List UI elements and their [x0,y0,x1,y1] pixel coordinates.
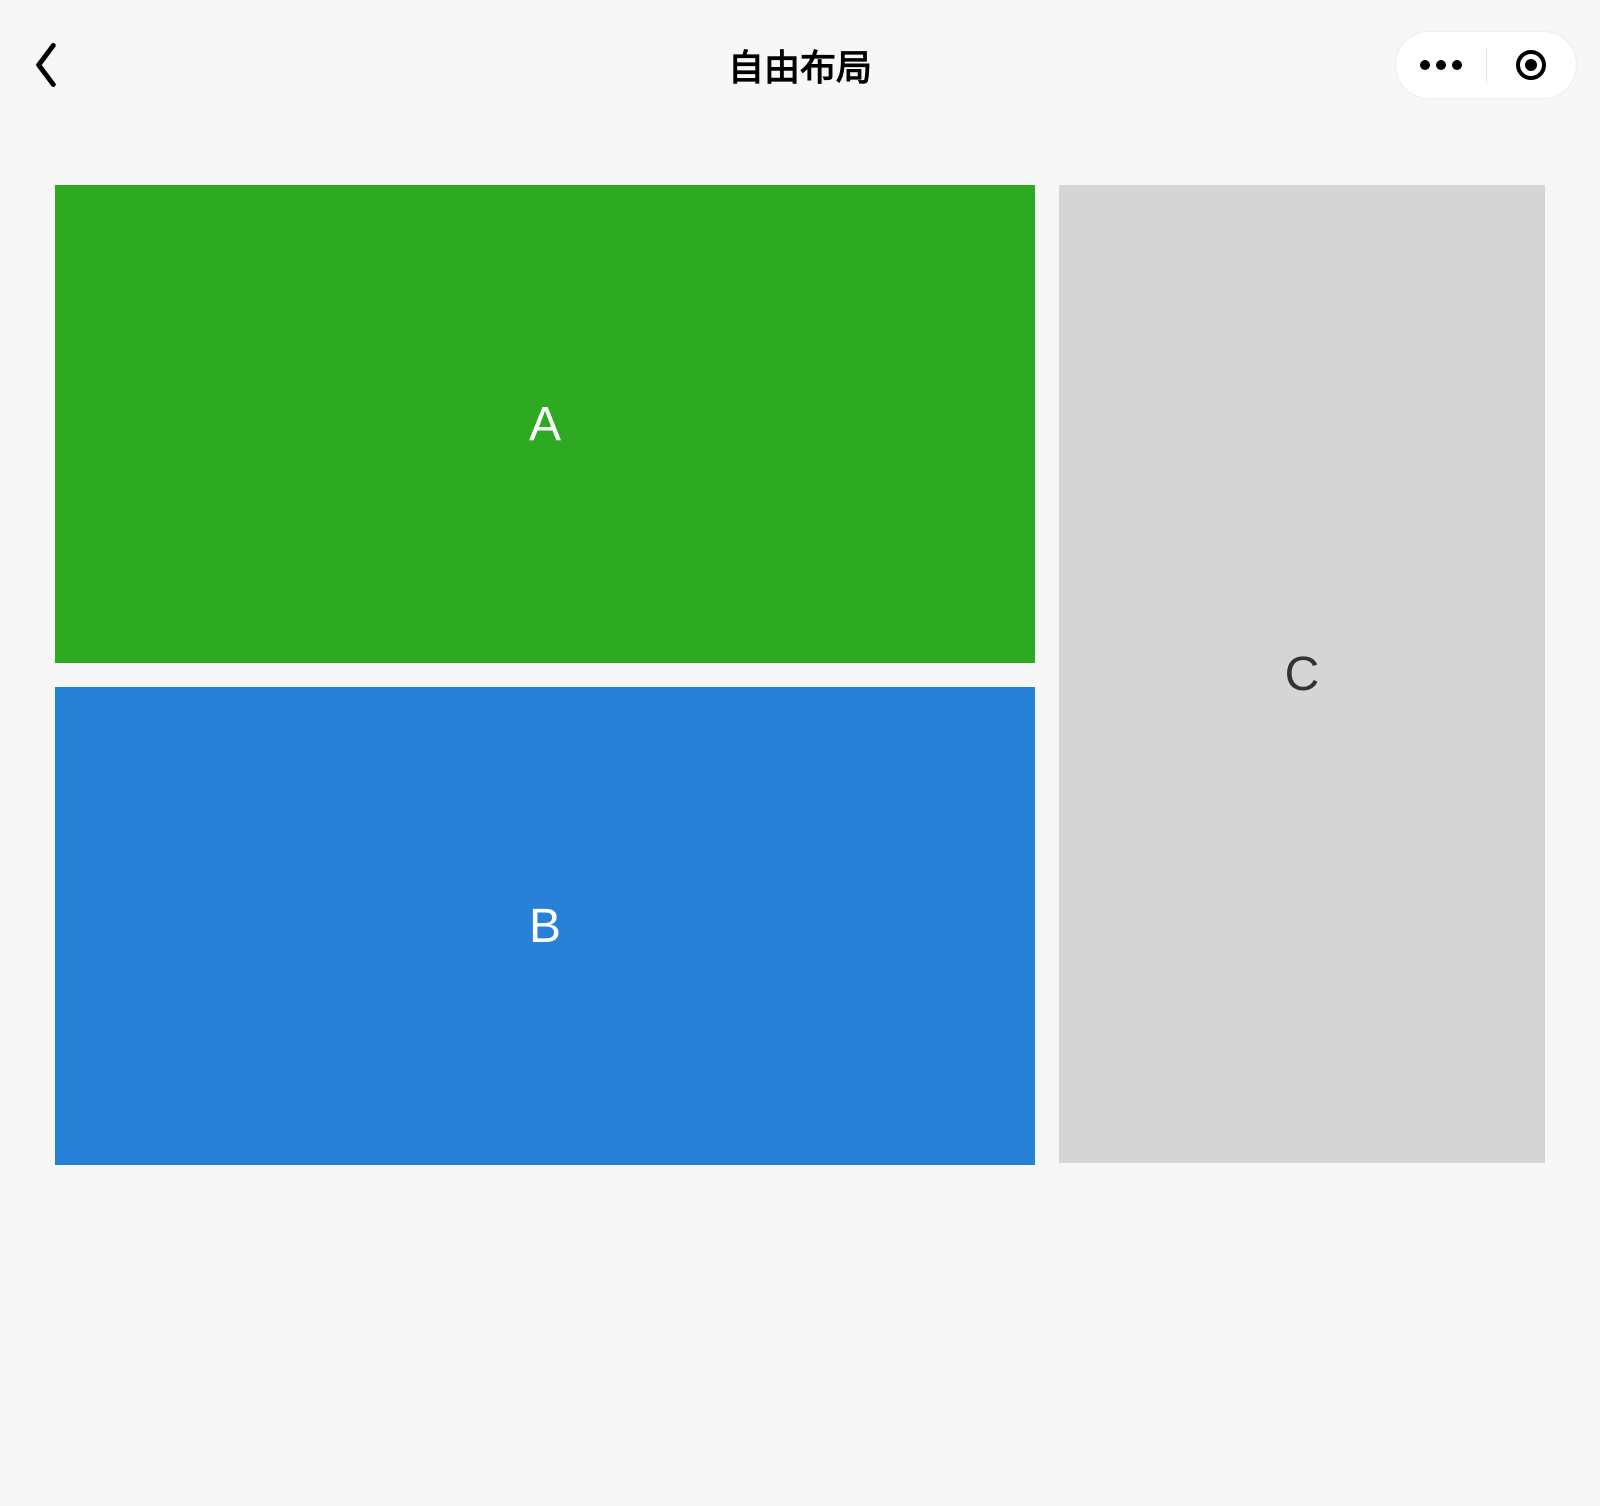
page-title: 自由布局 [728,39,872,91]
right-column: C [1059,185,1545,1165]
more-button[interactable] [1396,32,1486,98]
block-c: C [1059,185,1545,1163]
block-b-label: B [529,899,561,954]
chevron-left-icon [32,43,60,87]
more-icon [1420,60,1462,70]
target-icon [1516,50,1546,80]
back-button[interactable] [24,43,68,87]
left-column: A B [55,185,1035,1165]
block-a: A [55,185,1035,663]
close-button[interactable] [1487,32,1577,98]
block-c-label: C [1285,647,1320,702]
layout-content: A B C [0,130,1600,1165]
capsule-menu [1396,32,1576,98]
block-a-label: A [529,397,561,452]
block-b: B [55,687,1035,1165]
header: 自由布局 [0,0,1600,130]
